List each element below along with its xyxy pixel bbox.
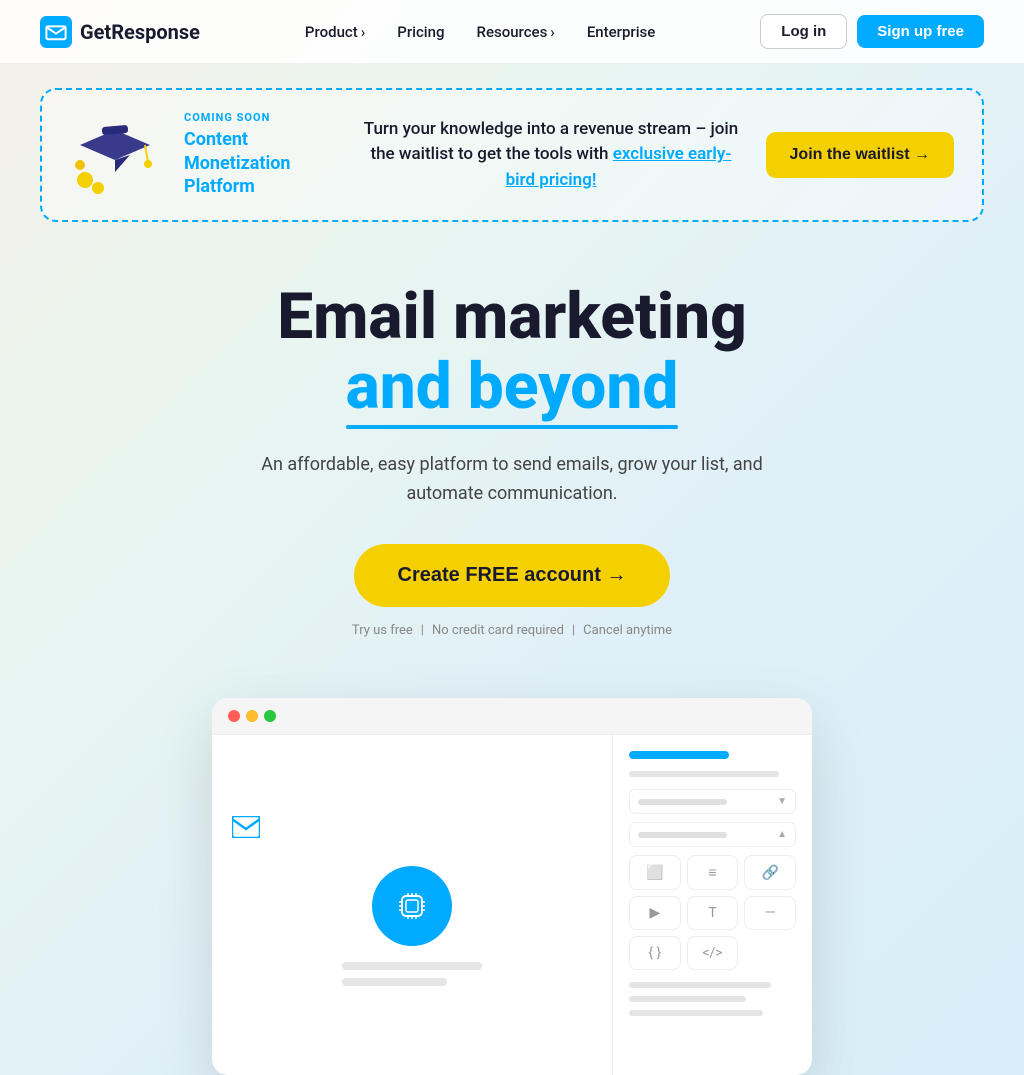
mockup-area: ▼ ▲ ⬜ ≡ 🔗 ▶ T — { } </> <box>0 668 1024 1075</box>
window-close-dot <box>228 710 240 722</box>
coming-soon-label: COMING SOON <box>184 111 336 124</box>
nav-pricing[interactable]: Pricing <box>385 17 456 47</box>
mockup-icon-link: 🔗 <box>744 855 796 890</box>
mockup-bottom-line-2 <box>629 996 746 1002</box>
hero-title: Email marketing and beyond <box>40 282 984 423</box>
mockup-icon-code1: { } <box>629 936 681 970</box>
platform-name: ContentMonetizationPlatform <box>184 128 336 198</box>
mockup-icon-text: ≡ <box>687 855 739 890</box>
mockup-icon-image: ⬜ <box>629 855 681 890</box>
app-mockup: ▼ ▲ ⬜ ≡ 🔗 ▶ T — { } </> <box>212 698 812 1075</box>
mockup-bottom-line-1 <box>629 982 771 988</box>
mockup-icon-video: ▶ <box>629 896 681 930</box>
logo-icon <box>40 16 72 48</box>
note-try-free: Try us free <box>352 623 413 638</box>
hero-subtitle: An affordable, easy platform to send ema… <box>252 451 772 509</box>
nav-enterprise[interactable]: Enterprise <box>575 17 667 47</box>
mockup-select-2: ▲ <box>629 822 796 847</box>
mockup-icon-grid: ⬜ ≡ 🔗 ▶ T — { } </> <box>629 855 796 970</box>
banner-illustration <box>70 110 160 200</box>
chevron-down-icon: › <box>550 23 555 41</box>
promo-banner: COMING SOON ContentMonetizationPlatform … <box>40 88 984 222</box>
hero-note: Try us free | No credit card required | … <box>40 623 984 638</box>
mockup-left-panel <box>212 735 612 1075</box>
logo[interactable]: GetResponse <box>40 16 200 48</box>
hero-title-line2: and beyond <box>346 352 679 422</box>
chevron-down-icon: ▼ <box>777 796 787 807</box>
mockup-content-lines <box>342 962 482 994</box>
window-maximize-dot <box>264 710 276 722</box>
mockup-titlebar <box>212 698 812 735</box>
logo-text: GetResponse <box>80 20 200 44</box>
navbar: GetResponse Product › Pricing Resources … <box>0 0 1024 64</box>
nav-product[interactable]: Product › <box>293 17 377 47</box>
note-cancel: Cancel anytime <box>583 623 672 638</box>
mockup-icon-divider: — <box>744 896 796 930</box>
divider-1: | <box>421 623 424 638</box>
window-minimize-dot <box>246 710 258 722</box>
mockup-mail-icon <box>232 816 260 838</box>
mockup-icon-format: T <box>687 896 739 930</box>
divider-2: | <box>572 623 575 638</box>
mockup-icon-code2: </> <box>687 936 739 970</box>
mockup-select-1: ▼ <box>629 789 796 814</box>
mockup-active-bar <box>629 751 729 759</box>
create-account-button[interactable]: Create FREE account → <box>354 544 671 607</box>
note-no-credit: No credit card required <box>432 623 564 638</box>
nav-actions: Log in Sign up free <box>760 14 984 49</box>
chevron-up-icon: ▲ <box>777 829 787 840</box>
signup-button[interactable]: Sign up free <box>857 15 984 48</box>
banner-description: Turn your knowledge into a revenue strea… <box>360 117 741 194</box>
hero-section: Email marketing and beyond An affordable… <box>0 222 1024 668</box>
nav-resources[interactable]: Resources › <box>465 17 567 47</box>
mockup-body: ▼ ▲ ⬜ ≡ 🔗 ▶ T — { } </> <box>212 735 812 1075</box>
mockup-bottom-line-3 <box>629 1010 763 1016</box>
waitlist-button[interactable]: Join the waitlist → <box>766 132 954 178</box>
chevron-down-icon: › <box>361 23 366 41</box>
nav-links: Product › Pricing Resources › Enterprise <box>293 17 667 47</box>
mockup-ai-circle <box>372 866 452 946</box>
banner-info: COMING SOON ContentMonetizationPlatform <box>184 111 336 198</box>
hero-title-line1: Email marketing <box>40 282 984 352</box>
login-button[interactable]: Log in <box>760 14 847 49</box>
mockup-right-line-1 <box>629 771 779 777</box>
mockup-right-panel: ▼ ▲ ⬜ ≡ 🔗 ▶ T — { } </> <box>612 735 812 1075</box>
